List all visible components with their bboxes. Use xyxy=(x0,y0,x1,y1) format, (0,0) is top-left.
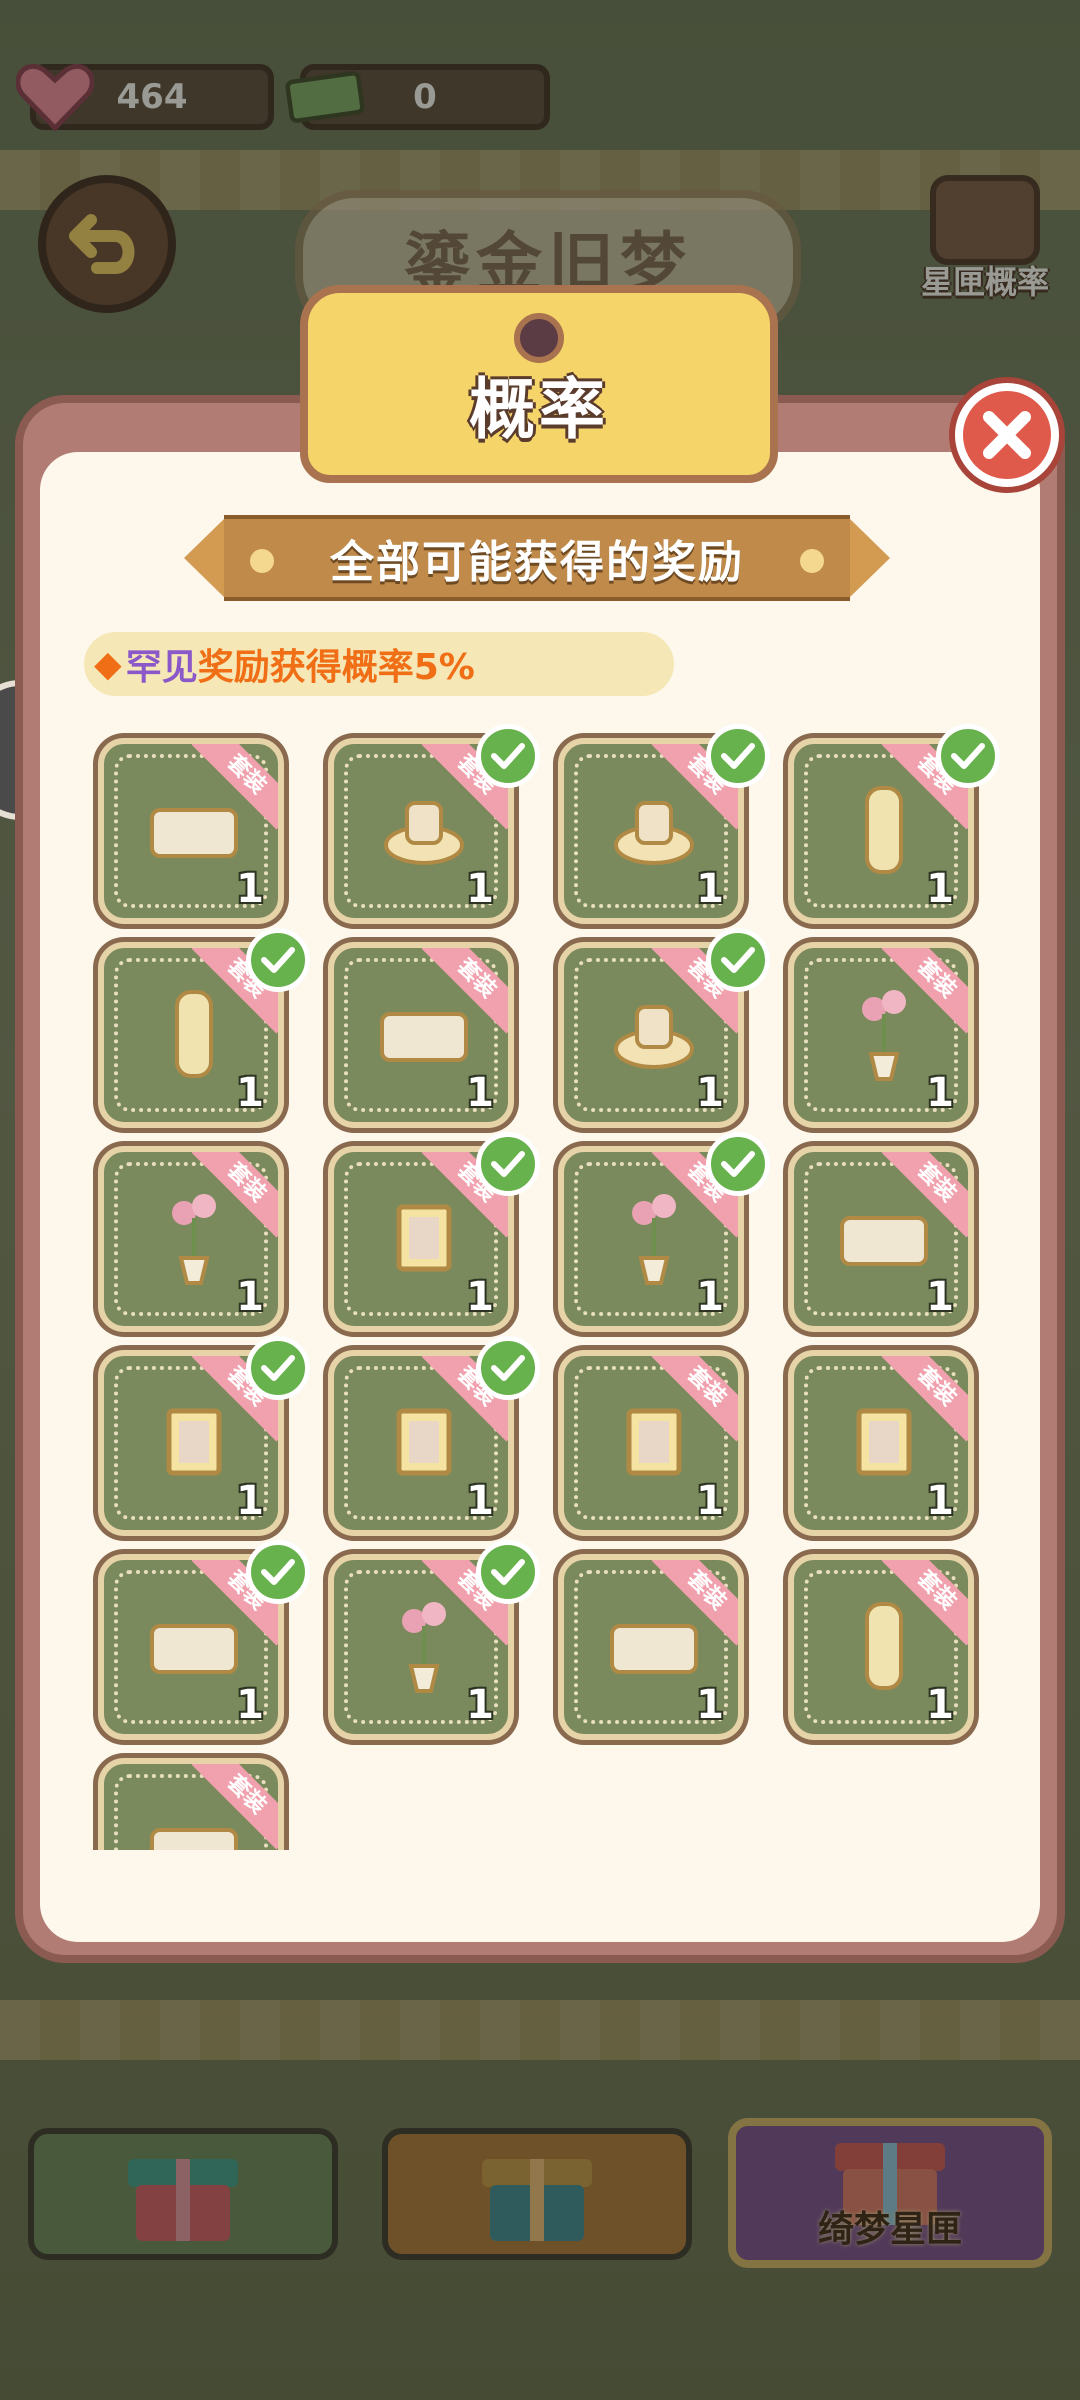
item-quantity: 1 xyxy=(926,1478,954,1524)
wall-painting-icon xyxy=(604,1392,704,1492)
reward-item-wall-painting[interactable]: 套装 1 xyxy=(558,1350,744,1536)
item-quantity: 1 xyxy=(236,1274,264,1320)
reward-item-flower-vase-purple[interactable]: 套装 1 xyxy=(788,942,974,1128)
hanging-hole xyxy=(514,313,564,363)
item-quantity: 1 xyxy=(466,1682,494,1728)
item-quantity: 1 xyxy=(236,1478,264,1524)
reward-item-landscape-painting[interactable]: 套装 1 xyxy=(788,1350,974,1536)
reward-item-fireplace[interactable]: 套装 1 xyxy=(98,738,284,924)
reward-item-rug[interactable]: 套装 1 xyxy=(328,942,514,1128)
photo-frame-icon xyxy=(144,1392,244,1492)
feather-lamp-icon xyxy=(374,1596,474,1696)
item-quantity: 1 xyxy=(696,1070,724,1116)
item-quantity: 1 xyxy=(696,1478,724,1524)
fireplace-icon xyxy=(144,780,244,880)
reward-grid: 套装 1 套装 1 套装 1 套装 1 套装 1 套装 1 套装 1 套装 1 套装 1 套装 1 套装 1 套装 1 套装 1 套… xyxy=(40,720,1040,1850)
rare-word: 罕见 xyxy=(125,647,198,688)
item-quantity: 1 xyxy=(696,1274,724,1320)
rare-probability-text: 奖励获得概率5% xyxy=(197,647,475,688)
gold-mirror-icon xyxy=(374,1188,474,1288)
rug-icon xyxy=(374,984,474,1084)
owned-check-icon xyxy=(706,724,770,788)
stained-glass-panel-icon xyxy=(144,984,244,1084)
reward-item-side-table[interactable]: 套装1 xyxy=(98,1758,284,1850)
reward-item-chandelier[interactable]: 套装 1 xyxy=(788,1554,974,1740)
item-quantity: 1 xyxy=(236,1682,264,1728)
owned-check-icon xyxy=(936,724,1000,788)
item-quantity: 1 xyxy=(466,1274,494,1320)
landscape-painting-icon xyxy=(834,1392,934,1492)
reward-item-flower-vase-pink[interactable]: 套装 1 xyxy=(98,1146,284,1332)
item-quantity: 1 xyxy=(926,1070,954,1116)
flower-vase-purple-icon xyxy=(834,984,934,1084)
owned-check-icon xyxy=(476,1540,540,1604)
close-button[interactable] xyxy=(955,383,1059,487)
rewards-banner-text: 全部可能获得的奖励 xyxy=(330,537,744,588)
item-quantity: 1 xyxy=(466,866,494,912)
stool-icon xyxy=(604,984,704,1084)
reward-item-sideboard[interactable]: 套装 1 xyxy=(558,1554,744,1740)
rare-probability-note: ◆ 罕见 奖励获得概率5% xyxy=(84,632,674,696)
item-quantity: 1 xyxy=(696,866,724,912)
teacup-icon xyxy=(374,780,474,880)
close-icon xyxy=(983,411,1031,459)
oval-frame-icon xyxy=(374,1392,474,1492)
sideboard-icon xyxy=(604,1596,704,1696)
item-quantity: 1 xyxy=(926,1274,954,1320)
item-quantity: 1 xyxy=(236,1070,264,1116)
owned-check-icon xyxy=(246,928,310,992)
item-quantity: 1 xyxy=(466,1070,494,1116)
owned-check-icon xyxy=(476,1336,540,1400)
side-table-icon xyxy=(144,1800,244,1850)
diamond-icon: ◆ xyxy=(94,643,122,685)
flower-vase-pink-icon xyxy=(144,1188,244,1288)
chaise-lounge-icon xyxy=(834,1188,934,1288)
lily-vase-icon xyxy=(604,1188,704,1288)
owned-check-icon xyxy=(246,1540,310,1604)
item-quantity: 1 xyxy=(466,1478,494,1524)
item-quantity: 1 xyxy=(926,1682,954,1728)
rewards-banner: 全部可能获得的奖励 xyxy=(184,515,890,601)
dialog-header: 概率 xyxy=(300,285,778,483)
owned-check-icon xyxy=(476,1132,540,1196)
arched-window-icon xyxy=(834,780,934,880)
armchair-icon xyxy=(144,1596,244,1696)
item-quantity: 1 xyxy=(926,866,954,912)
owned-check-icon xyxy=(246,1336,310,1400)
owned-check-icon xyxy=(706,1132,770,1196)
item-quantity: 1 xyxy=(236,866,264,912)
item-quantity: 1 xyxy=(696,1682,724,1728)
reward-item-chaise-lounge[interactable]: 套装 1 xyxy=(788,1146,974,1332)
owned-check-icon xyxy=(706,928,770,992)
teapot-icon xyxy=(604,780,704,880)
owned-check-icon xyxy=(476,724,540,788)
dialog-title: 概率 xyxy=(469,371,609,448)
chandelier-icon xyxy=(834,1596,934,1696)
